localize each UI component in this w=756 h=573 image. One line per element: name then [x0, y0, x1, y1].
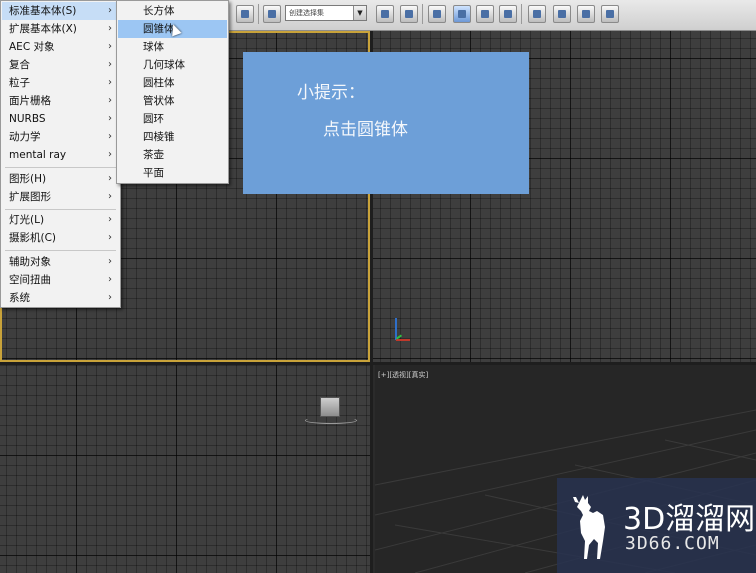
- menu-separator: [5, 209, 116, 210]
- submenu-item-teapot[interactable]: 茶壶: [118, 146, 227, 164]
- material-editor-icon[interactable]: [528, 5, 546, 23]
- menu-item-label: 扩展图形: [9, 191, 51, 203]
- submenu-item-plane[interactable]: 平面: [118, 164, 227, 182]
- menu-item-extended-shapes[interactable]: 扩展图形 ›: [2, 188, 119, 206]
- view-cube-icon[interactable]: [320, 397, 340, 417]
- menu-item-label: 空间扭曲: [9, 274, 51, 286]
- layer-manager-icon[interactable]: [428, 5, 446, 23]
- chevron-right-icon: ›: [108, 23, 112, 34]
- menu-item-label: 图形(H): [9, 173, 47, 185]
- menu-item-label: 扩展基本体(X): [9, 23, 77, 35]
- axis-tripod-x: [396, 339, 410, 341]
- align-icon[interactable]: [400, 5, 418, 23]
- menu-item-compound[interactable]: 复合 ›: [2, 56, 119, 74]
- menu-item-aec-objects[interactable]: AEC 对象 ›: [2, 38, 119, 56]
- chevron-right-icon: ›: [108, 191, 112, 202]
- render-production-icon[interactable]: [601, 5, 619, 23]
- menu-item-nurbs[interactable]: NURBS ›: [2, 110, 119, 128]
- toolbar-separator: [521, 4, 522, 24]
- view-cube-compass[interactable]: [305, 417, 357, 424]
- chevron-down-icon[interactable]: ▼: [353, 6, 366, 20]
- chevron-right-icon: ›: [108, 41, 112, 52]
- chevron-right-icon: ›: [108, 214, 112, 225]
- menu-item-label: 系统: [9, 292, 30, 304]
- menu-item-label: NURBS: [9, 113, 46, 125]
- graphite-tools-icon[interactable]: [453, 5, 471, 23]
- chevron-right-icon: ›: [108, 292, 112, 303]
- curve-editor-icon[interactable]: [476, 5, 494, 23]
- menu-item-label: mental ray: [9, 149, 67, 161]
- chevron-right-icon: ›: [108, 59, 112, 70]
- menu-item-label: 粒子: [9, 77, 30, 89]
- menu-item-extended-primitives[interactable]: 扩展基本体(X) ›: [2, 20, 119, 38]
- watermark-site-url: 3D66.COM: [625, 533, 720, 554]
- menu-item-label: 面片栅格: [9, 95, 51, 107]
- menu-separator: [5, 250, 116, 251]
- menu-item-mental-ray[interactable]: mental ray ›: [2, 146, 119, 164]
- submenu-item-geosphere[interactable]: 几何球体: [118, 56, 227, 74]
- chevron-right-icon: ›: [108, 5, 112, 16]
- watermark-site-name: 3D溜溜网: [623, 502, 756, 537]
- toolbar-separator: [422, 4, 423, 24]
- menu-item-dynamics[interactable]: 动力学 ›: [2, 128, 119, 146]
- menu-item-patch-grids[interactable]: 面片栅格 ›: [2, 92, 119, 110]
- chevron-right-icon: ›: [108, 77, 112, 88]
- menu-item-systems[interactable]: 系统 ›: [2, 289, 119, 307]
- menu-item-label: AEC 对象: [9, 41, 55, 53]
- chevron-right-icon: ›: [108, 149, 112, 160]
- menu-item-label: 灯光(L): [9, 214, 45, 226]
- perspective-viewport-label[interactable]: [+][透视][真实]: [378, 370, 428, 380]
- chevron-right-icon: ›: [108, 256, 112, 267]
- menu-item-label: 复合: [9, 59, 30, 71]
- menu-item-standard-primitives[interactable]: 标准基本体(S) ›: [2, 2, 119, 20]
- menu-item-label: 标准基本体(S): [9, 5, 77, 17]
- menu-item-lights[interactable]: 灯光(L) ›: [2, 211, 119, 229]
- submenu-item-torus[interactable]: 圆环: [118, 110, 227, 128]
- chevron-right-icon: ›: [108, 113, 112, 124]
- menu-item-cameras[interactable]: 摄影机(C) ›: [2, 229, 119, 247]
- submenu-item-pyramid[interactable]: 四棱锥: [118, 128, 227, 146]
- selection-filter-icon[interactable]: [236, 5, 254, 23]
- submenu-item-sphere[interactable]: 球体: [118, 38, 227, 56]
- chevron-right-icon: ›: [108, 173, 112, 184]
- chevron-right-icon: ›: [108, 95, 112, 106]
- hint-body: 点击圆锥体: [323, 120, 408, 140]
- render-setup-icon[interactable]: [553, 5, 571, 23]
- submenu-item-cylinder[interactable]: 圆柱体: [118, 74, 227, 92]
- tutorial-hint-box: 小提示： 点击圆锥体: [243, 52, 529, 194]
- menu-item-label: 辅助对象: [9, 256, 51, 268]
- viewport-divider-horizontal[interactable]: [0, 362, 756, 365]
- schematic-view-icon[interactable]: [499, 5, 517, 23]
- menu-item-helpers[interactable]: 辅助对象 ›: [2, 253, 119, 271]
- menu-separator: [5, 167, 116, 168]
- edit-named-selection-icon[interactable]: [263, 5, 281, 23]
- deer-logo-icon: [573, 495, 605, 559]
- menu-item-particles[interactable]: 粒子 ›: [2, 74, 119, 92]
- site-watermark: 3D溜溜网 3D66.COM: [557, 478, 756, 573]
- named-selection-set-value: 创建选择集: [289, 9, 324, 17]
- chevron-right-icon: ›: [108, 232, 112, 243]
- chevron-right-icon: ›: [108, 274, 112, 285]
- mirror-icon[interactable]: [376, 5, 394, 23]
- hint-title: 小提示：: [297, 83, 365, 103]
- submenu-item-box[interactable]: 长方体: [118, 2, 227, 20]
- menu-item-space-warps[interactable]: 空间扭曲 ›: [2, 271, 119, 289]
- named-selection-set-dropdown[interactable]: 创建选择集 ▼: [285, 5, 367, 21]
- viewport-left[interactable]: [0, 365, 372, 573]
- create-menu: 标准基本体(S) › 扩展基本体(X) › AEC 对象 › 复合 › 粒子 ›…: [0, 0, 121, 308]
- menu-item-label: 动力学: [9, 131, 41, 143]
- chevron-right-icon: ›: [108, 131, 112, 142]
- rendered-frame-window-icon[interactable]: [577, 5, 595, 23]
- menu-item-shapes[interactable]: 图形(H) ›: [2, 170, 119, 188]
- toolbar-separator: [258, 4, 259, 24]
- menu-item-label: 摄影机(C): [9, 232, 57, 244]
- submenu-item-tube[interactable]: 管状体: [118, 92, 227, 110]
